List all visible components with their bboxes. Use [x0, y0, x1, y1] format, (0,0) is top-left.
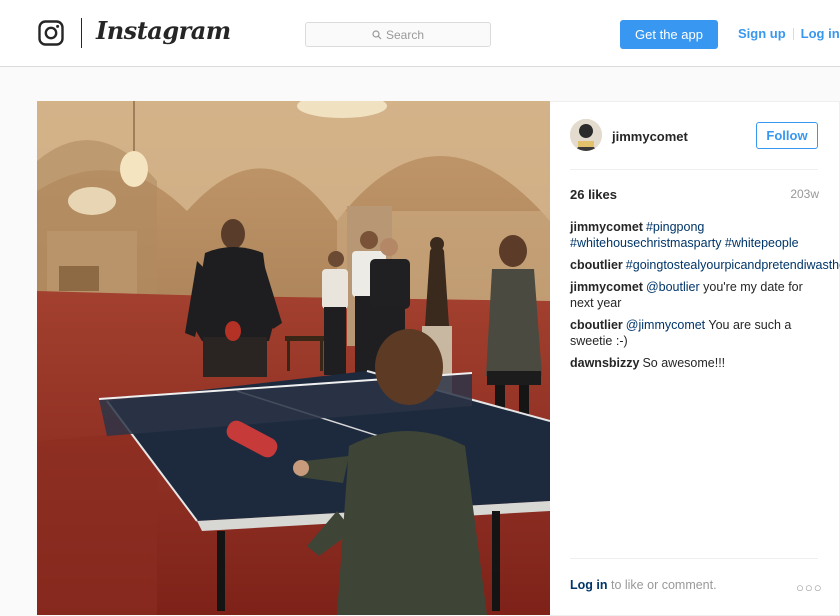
post-username[interactable]: jimmycomet: [612, 129, 688, 144]
more-options-icon[interactable]: ○○○: [796, 580, 823, 595]
auth-links: Sign up Log in: [738, 26, 840, 41]
login-prompt-text: to like or comment.: [610, 578, 717, 592]
login-prompt: Log in to like or comment.: [570, 578, 717, 592]
instagram-camera-icon[interactable]: [38, 20, 64, 46]
post-sidebar: jimmycomet Follow 26 likes 203w jimmycom…: [550, 101, 840, 616]
sign-up-link[interactable]: Sign up: [738, 26, 786, 41]
likes-count[interactable]: 26 likes: [570, 187, 617, 202]
top-navbar: Instagram Search Get the app Sign up Log…: [0, 0, 840, 67]
comment-mention[interactable]: @boutlier: [646, 280, 700, 294]
comment-hashtags[interactable]: #goingtostealyourpicandpretendiwasthere: [626, 258, 840, 272]
divider: [570, 169, 818, 170]
comment: dawnsbizzy So awesome!!!: [570, 355, 820, 371]
comment: jimmycomet @boutlier you're my date for n…: [570, 279, 820, 311]
comments-list: jimmycomet #pingpong #whitehousechristmas…: [570, 219, 840, 377]
search-input[interactable]: Search: [305, 22, 491, 47]
search-icon: [372, 29, 382, 39]
comment-username[interactable]: cboutlier: [570, 258, 623, 272]
auth-divider: [792, 27, 794, 40]
logo-divider: [81, 18, 82, 48]
user-avatar[interactable]: [570, 119, 602, 151]
get-app-button[interactable]: Get the app: [620, 20, 718, 49]
comment: cboutlier #goingtostealyourpicandpretendi…: [570, 257, 840, 273]
ping-pong-photo: [37, 101, 550, 615]
comment-text: So awesome!!!: [642, 356, 726, 370]
follow-button[interactable]: Follow: [756, 122, 818, 149]
post-photo[interactable]: [37, 101, 550, 615]
comment-mention[interactable]: @jimmycomet: [626, 318, 705, 332]
comment-username[interactable]: cboutlier: [570, 318, 623, 332]
post-timestamp[interactable]: 203w: [790, 187, 819, 201]
comment-username[interactable]: dawnsbizzy: [570, 356, 639, 370]
comment: jimmycomet #pingpong #whitehousechristmas…: [570, 219, 820, 251]
comment-username[interactable]: jimmycomet: [570, 280, 643, 294]
divider: [570, 558, 818, 559]
log-in-link[interactable]: Log in: [801, 26, 840, 41]
comment: cboutlier @jimmycomet You are such a swee…: [570, 317, 820, 349]
login-link[interactable]: Log in: [570, 578, 608, 592]
comment-username[interactable]: jimmycomet: [570, 220, 643, 234]
search-placeholder: Search: [385, 27, 425, 42]
instagram-wordmark[interactable]: Instagram: [96, 16, 231, 45]
